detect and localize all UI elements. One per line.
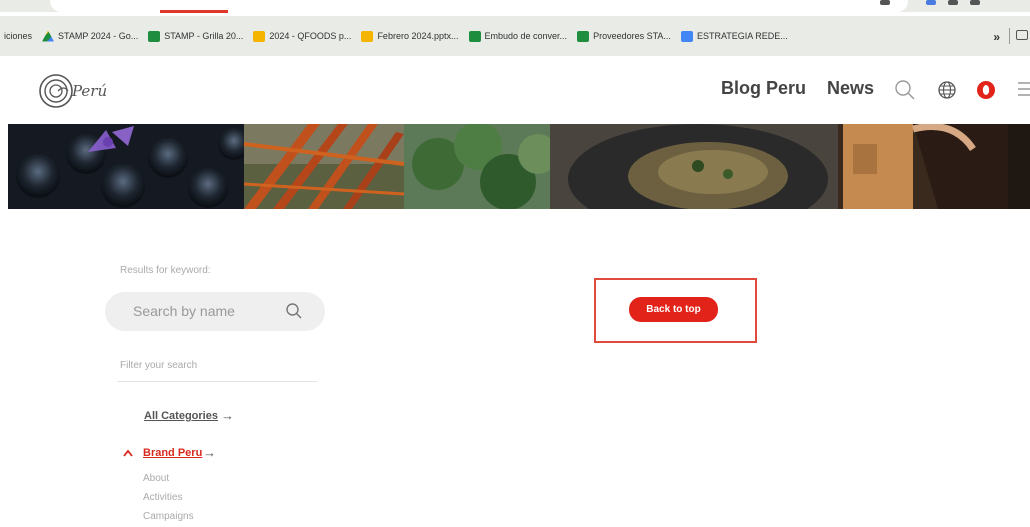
bookmark-item[interactable]: Embudo de conver...	[468, 30, 567, 42]
globe-icon[interactable]	[937, 80, 957, 100]
arrow-right-icon: →	[221, 408, 234, 423]
hero-banner-image	[8, 124, 1030, 209]
subcategory-campaigns[interactable]: Campaigns	[143, 511, 194, 522]
page: iciones STAMP 2024 - Go... STAMP - Grill…	[0, 0, 1030, 527]
bookmark-item[interactable]: iciones	[4, 31, 32, 41]
address-highlight	[160, 10, 228, 13]
bookmark-item[interactable]: STAMP 2024 - Go...	[42, 30, 138, 42]
bookmark-item[interactable]: Proveedores STA...	[577, 30, 671, 42]
bookmark-item[interactable]: ESTRATEGIA REDE...	[680, 30, 788, 42]
search-icon[interactable]	[285, 302, 303, 320]
profile-icon[interactable]	[926, 0, 936, 5]
category-all-link[interactable]: All Categories	[144, 410, 218, 422]
hero-photo-collage	[8, 124, 1030, 209]
google-sheets-icon	[577, 30, 590, 42]
arrow-right-icon: →	[203, 445, 216, 460]
subcategory-about[interactable]: About	[143, 473, 169, 484]
google-sheets-icon	[148, 30, 161, 42]
search-icon[interactable]	[894, 79, 916, 101]
search-placeholder: Search by name	[133, 303, 235, 319]
peru-logo[interactable]: Perú	[36, 72, 120, 110]
bookmark-item[interactable]: Febrero 2024.pptx...	[361, 30, 459, 42]
browser-url-strip	[0, 0, 1030, 13]
search-input[interactable]: Search by name	[105, 292, 325, 331]
nav-blog-peru[interactable]: Blog Peru	[721, 78, 806, 99]
svg-text:Perú: Perú	[71, 82, 107, 100]
bookmarks-bar: iciones STAMP 2024 - Go... STAMP - Grill…	[0, 16, 1030, 56]
nav-news[interactable]: News	[827, 78, 874, 99]
menu-icon[interactable]	[1018, 80, 1030, 98]
google-drive-icon	[42, 30, 55, 42]
category-brand-peru-link[interactable]: Brand Peru	[143, 447, 202, 459]
back-to-top-button[interactable]: Back to top	[629, 297, 718, 322]
folder-icon[interactable]	[1016, 30, 1028, 40]
bookmark-item[interactable]: 2024 - QFOODS p...	[253, 30, 351, 42]
bookmarks-overflow-button[interactable]: »	[993, 30, 1000, 44]
toolbar-icon[interactable]	[970, 0, 980, 5]
bookmark-item[interactable]: STAMP - Grilla 20...	[148, 30, 243, 42]
divider	[117, 381, 317, 382]
notification-icon[interactable]	[976, 80, 996, 100]
google-slides-icon	[361, 30, 374, 42]
toolbar-icon[interactable]	[880, 0, 890, 5]
google-sheets-icon	[468, 30, 481, 42]
results-label: Results for keyword:	[120, 265, 211, 276]
chevron-up-icon[interactable]	[123, 449, 133, 457]
filter-label: Filter your search	[120, 360, 198, 371]
google-slides-icon	[253, 30, 266, 42]
subcategory-activities[interactable]: Activities	[143, 492, 182, 503]
google-docs-icon	[680, 30, 693, 42]
toolbar-icon[interactable]	[948, 0, 958, 5]
divider	[1009, 28, 1010, 44]
site-header: Perú Blog Peru News	[0, 56, 1030, 124]
